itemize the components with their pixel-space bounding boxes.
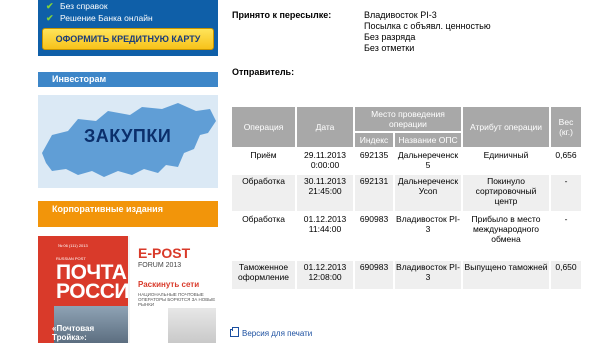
magazine-troyka: «Почтовая Тройка»: значение <box>52 324 95 343</box>
col-attribute: Атрибут операции <box>463 107 549 147</box>
col-place: Место проведения операции <box>355 107 461 131</box>
cell-operation: Приём <box>232 149 295 173</box>
cell-operation: Обработка <box>232 175 295 211</box>
left-sidebar: ✔ Без справок ✔ Решение Банка онлайн ОФОРМ… <box>0 0 220 343</box>
cell-date: 01.12.2013 11:44:00 <box>297 213 353 259</box>
cell-operation: Таможенное оформление <box>232 261 295 289</box>
cell-index: 690983 <box>355 213 393 259</box>
magazine-ad-image <box>168 308 216 343</box>
print-version-label: Версия для печати <box>242 329 313 338</box>
magazine-cover[interactable]: № 06 (111) 2013 RUSSIAN POST ПОЧТА РОССИ… <box>38 236 218 343</box>
cell-weight: - <box>551 175 581 211</box>
cell-date: 29.11.2013 0:00:00 <box>297 149 353 173</box>
magazine-cover-left: № 06 (111) 2013 RUSSIAN POST ПОЧТА РОССИ… <box>38 236 144 343</box>
col-ops-name: Название ОПС <box>395 133 461 147</box>
banner-benefit: ✔ Без справок <box>46 0 218 12</box>
banner-benefit-label: Без справок <box>60 1 108 11</box>
cell-index: 692131 <box>355 175 393 211</box>
banner-benefits: ✔ Без справок ✔ Решение Банка онлайн <box>38 0 218 24</box>
cell-attribute: Выпущено таможней <box>463 261 549 289</box>
magazine-epost: E-POST <box>138 245 191 261</box>
cell-ops-name: Владивосток PI-3 <box>395 213 461 259</box>
procurement-label: ЗАКУПКИ <box>84 126 172 146</box>
accepted-value: Посылка с объявл. ценностью <box>364 21 491 31</box>
accepted-value: Без отметки <box>364 43 415 53</box>
print-version-link[interactable]: Версия для печати <box>230 327 313 338</box>
table-row: Обработка 30.11.2013 21:45:00 692131 Дал… <box>232 175 581 211</box>
cell-date: 01.12.2013 12:08:00 <box>297 261 353 289</box>
cell-index: 692135 <box>355 149 393 173</box>
accepted-values: Владивосток PI-3 Посылка с объявл. ценно… <box>364 10 491 54</box>
sender-label: Отправитель: <box>232 67 295 77</box>
table-row: Обработка 01.12.2013 11:44:00 690983 Вла… <box>232 213 581 259</box>
cell-date: 30.11.2013 21:45:00 <box>297 175 353 211</box>
cell-attribute: Покинуло сортировочный центр <box>463 175 549 211</box>
banner-benefit: ✔ Решение Банка онлайн <box>46 12 218 24</box>
col-index: Индекс <box>355 133 393 147</box>
cell-ops-name: Дальнереченск 5 <box>395 149 461 173</box>
check-icon: ✔ <box>46 1 54 11</box>
magazine-headline: Раскинуть сети <box>138 280 200 289</box>
magazine-forum: FORUM 2013 <box>138 262 182 269</box>
col-weight: Вес (кг.) <box>551 107 581 147</box>
procurement-banner[interactable]: ЗАКУПКИ <box>38 95 218 188</box>
cell-attribute: Единичный <box>463 149 549 173</box>
banner-benefit-label: Решение Банка онлайн <box>60 13 153 23</box>
cell-ops-name: Владивосток PI-3 <box>395 261 461 289</box>
accepted-label: Принято к пересылке: <box>232 10 332 20</box>
credit-card-banner[interactable]: ✔ Без справок ✔ Решение Банка онлайн ОФОРМ… <box>38 0 218 56</box>
table-row: Таможенное оформление 01.12.2013 12:08:0… <box>232 261 581 289</box>
cell-weight: - <box>551 213 581 259</box>
cell-weight: 0,650 <box>551 261 581 289</box>
cell-attribute: Прибыло в место международного обмена <box>463 213 549 259</box>
printer-icon <box>230 327 239 337</box>
accepted-value: Владивосток PI-3 <box>364 10 437 20</box>
corporate-publications-link[interactable]: Корпоративные издания <box>38 201 218 227</box>
cell-ops-name: Дальнереченск Усоп <box>395 175 461 211</box>
cell-operation: Обработка <box>232 213 295 259</box>
check-icon: ✔ <box>46 13 54 23</box>
apply-credit-card-button[interactable]: ОФОРМИТЬ КРЕДИТНУЮ КАРТУ <box>42 28 214 50</box>
magazine-issue: № 06 (111) 2013 <box>58 243 88 248</box>
investors-link[interactable]: Инвесторам <box>38 72 218 87</box>
cell-index: 690983 <box>355 261 393 289</box>
accepted-value: Без разряда <box>364 32 416 42</box>
cell-weight: 0,656 <box>551 149 581 173</box>
col-operation: Операция <box>232 107 295 147</box>
magazine-subtext: НАЦИОНАЛЬНЫЕ ПОЧТОВЫЕ ОПЕРАТОРЫ БОРЮТСЯ … <box>138 292 216 307</box>
table-row: Приём 29.11.2013 0:00:00 692135 Дальнере… <box>232 149 581 173</box>
col-date: Дата <box>297 107 353 147</box>
operations-table: Операция Дата Место проведения операции … <box>230 105 583 291</box>
